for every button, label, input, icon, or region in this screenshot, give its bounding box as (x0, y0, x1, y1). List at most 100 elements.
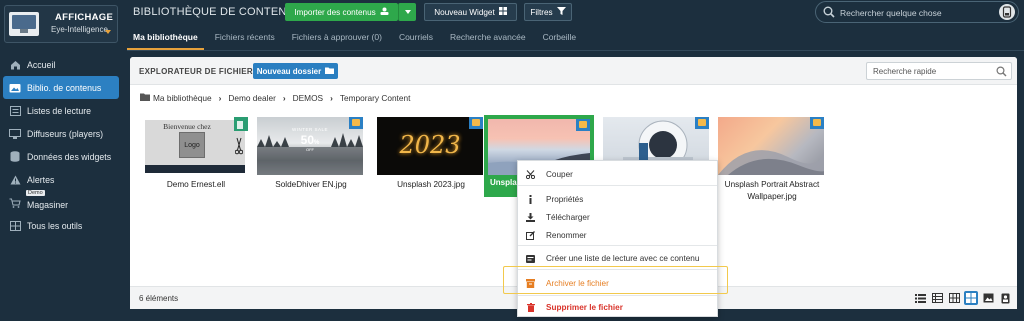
sidebar-item-diffuseurs[interactable]: Diffuseurs (players) (0, 122, 122, 145)
caret-down-icon (404, 10, 411, 14)
sidebar-item-label: Listes de lecture (27, 105, 92, 116)
sidebar-nav: Accueil Biblio. de contenus Listes de le… (0, 53, 122, 237)
new-folder-label: Nouveau dossier (256, 66, 322, 76)
menu-item-telecharger[interactable]: Télécharger (518, 210, 717, 224)
brand-logo-icon (9, 12, 39, 36)
sidebar-item-label: Diffuseurs (players) (27, 128, 104, 139)
table-view-icon[interactable] (947, 291, 961, 305)
grid-view-icon[interactable] (964, 291, 978, 305)
edit-icon (526, 230, 535, 240)
grid-icon (498, 7, 507, 17)
sidebar-item-accueil[interactable]: Accueil (0, 53, 122, 76)
sidebar-item-biblio[interactable]: Biblio. de contenus (3, 76, 119, 99)
image-view-icon[interactable] (981, 291, 995, 305)
menu-divider (518, 185, 717, 186)
list-view-icon[interactable] (913, 291, 927, 305)
warning-icon (9, 174, 21, 185)
monitor-icon (9, 128, 21, 139)
page-title: BIBLIOTHÈQUE DE CONTENUS (133, 6, 303, 18)
scissors-icon (526, 169, 535, 179)
year-text: 2023 (399, 131, 461, 159)
highlight-box (503, 266, 728, 294)
breadcrumb-separator-icon: › (218, 93, 222, 103)
folder-image-icon (9, 82, 21, 93)
global-search[interactable]: Rechercher quelque chose (815, 1, 1019, 23)
import-dropdown-button[interactable] (398, 3, 416, 21)
new-widget-label: Nouveau Widget (434, 7, 495, 17)
file-name: Demo Ernest.ell (166, 180, 226, 189)
menu-item-label: Couper (546, 169, 573, 179)
file-thumbnail: Bienvenue chez Logo (142, 117, 248, 175)
item-count: 6 éléments (139, 294, 179, 303)
tab-corbeille[interactable]: Corbeille (543, 32, 577, 50)
logo-text: Logo (184, 141, 200, 149)
sidebar-item-label: Données des widgets (27, 151, 112, 162)
quick-search-input[interactable]: Recherche rapide (866, 62, 1012, 80)
widget-heading: Bienvenue chez (163, 122, 211, 131)
brand-subtitle: Eye-Intelligence (51, 25, 108, 34)
library-tabs: Ma bibliothèque Fichiers récents Fichier… (127, 32, 593, 50)
menu-item-label: Supprimer le fichier (546, 302, 623, 312)
tabs-divider (127, 50, 1024, 51)
sale-off: OFF (306, 147, 314, 152)
menu-item-renommer[interactable]: Renommer (518, 228, 717, 242)
tab-fichiers-a-approuver[interactable]: Fichiers à approuver (0) (292, 32, 382, 50)
tab-recherche-avancee[interactable]: Recherche avancée (450, 32, 526, 50)
file-name: SoldeDhiver EN.jpg (275, 180, 347, 189)
menu-item-proprietes[interactable]: Propriétés (518, 192, 717, 206)
sidebar: AFFICHAGE Eye-Intelligence Accueil Bibli… (0, 0, 122, 321)
playlist-icon (526, 254, 535, 263)
file-thumbnail: 2023 (377, 117, 483, 175)
sidebar-item-label: Biblio. de contenus (27, 82, 102, 93)
search-icon (823, 6, 835, 20)
tab-ma-bibliotheque[interactable]: Ma bibliothèque (127, 32, 204, 50)
tab-fichiers-recents[interactable]: Fichiers récents (215, 32, 275, 50)
brand-title: AFFICHAGE (55, 12, 114, 23)
user-avatar-icon[interactable] (999, 4, 1015, 20)
file-name: Unsplash Portrait Abstract Wallpaper.jpg (724, 180, 820, 201)
breadcrumb: Ma bibliothèque › Demo dealer › DEMOS › … (140, 93, 410, 103)
logo-placeholder: Logo (179, 132, 205, 158)
menu-item-couper[interactable]: Couper (518, 167, 717, 181)
image-type-icon (576, 119, 590, 131)
folder-icon (140, 93, 150, 103)
breadcrumb-item[interactable]: Demo dealer (228, 93, 276, 103)
brand-switcher[interactable]: AFFICHAGE Eye-Intelligence (4, 5, 118, 43)
tab-courriels[interactable]: Courriels (399, 32, 433, 50)
import-button-label: Importer des contenus (294, 7, 376, 17)
sidebar-item-donnees[interactable]: Données des widgets (0, 145, 122, 168)
menu-item-label: Renommer (546, 230, 587, 240)
sidebar-item-outils[interactable]: Tous les outils (0, 214, 122, 237)
menu-item-label: Créer une liste de lecture avec ce conte… (546, 253, 700, 263)
menu-item-label: Télécharger (546, 212, 590, 222)
explorer-header: EXPLORATEUR DE FICHIERS Nouveau dossier … (130, 57, 1017, 85)
breadcrumb-item[interactable]: DEMOS (293, 93, 323, 103)
filters-button[interactable]: Filtres (524, 3, 572, 21)
quick-search-placeholder: Recherche rapide (873, 67, 937, 76)
detail-view-icon[interactable] (930, 291, 944, 305)
search-placeholder: Rechercher quelque chose (840, 8, 942, 18)
sale-unit: % (314, 140, 320, 146)
import-contents-button[interactable]: Importer des contenus (285, 3, 398, 21)
menu-item-supprimer[interactable]: Supprimer le fichier (518, 300, 717, 314)
new-widget-button[interactable]: Nouveau Widget (424, 3, 517, 21)
image-type-icon (349, 117, 363, 129)
image-type-icon (810, 117, 824, 129)
widget-badge-icon (234, 117, 248, 131)
menu-divider (518, 295, 717, 296)
trash-icon (526, 302, 535, 312)
menu-item-creer-liste[interactable]: Créer une liste de lecture avec ce conte… (518, 251, 717, 265)
folder-plus-icon (325, 67, 335, 76)
upload-icon (380, 7, 389, 17)
demo-badge: Demo (26, 190, 45, 196)
filter-icon (556, 7, 566, 17)
sidebar-item-magasiner[interactable]: Demo Magasiner (0, 190, 122, 214)
new-folder-button[interactable]: Nouveau dossier (253, 63, 338, 79)
breadcrumb-item[interactable]: Ma bibliothèque (153, 93, 212, 103)
breadcrumb-item[interactable]: Temporary Content (340, 93, 411, 103)
sidebar-item-listes[interactable]: Listes de lecture (0, 99, 122, 122)
portrait-view-icon[interactable] (998, 291, 1012, 305)
menu-item-label: Propriétés (546, 194, 584, 204)
file-name: Unsplash 2023.jpg (397, 180, 465, 189)
sidebar-item-alertes[interactable]: Alertes (0, 168, 122, 191)
